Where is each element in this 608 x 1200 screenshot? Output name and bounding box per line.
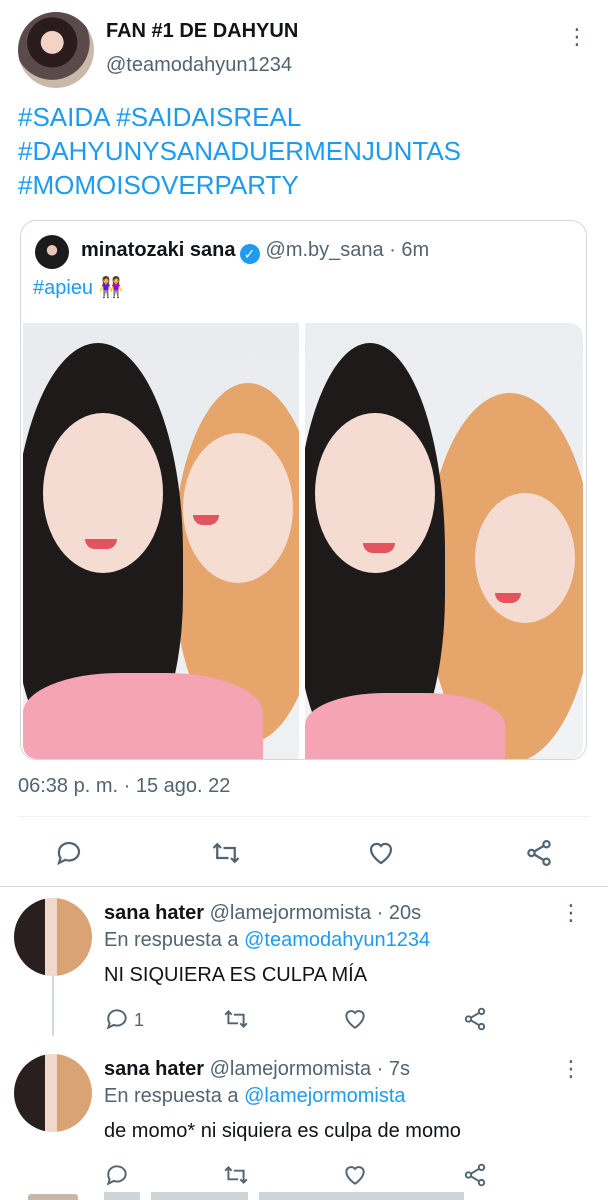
reply-text: de momo* ni siquiera es culpa de momo bbox=[104, 1120, 461, 1142]
photo-lips bbox=[363, 543, 395, 553]
hashtag-line[interactable]: #MOMOISOVERPARTY bbox=[18, 168, 461, 202]
reply-author-avatar[interactable] bbox=[14, 898, 92, 976]
quoted-author-avatar bbox=[35, 235, 69, 269]
reply-to-prefix: En respuesta a bbox=[104, 929, 239, 951]
photo-face bbox=[43, 413, 163, 573]
hashtag-line[interactable]: #DAHYUNYSANADUERMENJUNTAS bbox=[18, 134, 461, 168]
photo-shirt bbox=[23, 673, 263, 759]
author-handle[interactable]: @teamodahyun1234 bbox=[106, 54, 292, 77]
reply-icon[interactable] bbox=[104, 1162, 130, 1188]
quoted-photo-2[interactable] bbox=[305, 323, 583, 759]
share-icon[interactable] bbox=[524, 838, 554, 868]
reply-to-line: En respuesta a @lamejormomista bbox=[104, 1085, 406, 1108]
more-vertical-icon[interactable]: ⋮ bbox=[560, 902, 582, 924]
verified-badge-icon: ✓ bbox=[239, 244, 260, 264]
quoted-photo-1[interactable] bbox=[23, 323, 299, 759]
retweet-icon[interactable] bbox=[210, 838, 242, 868]
hashtag-line[interactable]: #SAIDA #SAIDAISREAL bbox=[18, 100, 461, 134]
section-divider bbox=[0, 886, 608, 887]
reply-icon[interactable] bbox=[54, 838, 84, 868]
quoted-author-name: minatozaki sana bbox=[81, 239, 236, 261]
author-avatar[interactable] bbox=[18, 12, 94, 88]
divider bbox=[18, 816, 590, 817]
more-vertical-icon[interactable]: ⋮ bbox=[560, 1058, 582, 1080]
reply-count: 1 bbox=[134, 1010, 145, 1030]
next-reply-text-partial bbox=[104, 1192, 464, 1200]
more-vertical-icon[interactable]: ⋮ bbox=[566, 26, 588, 48]
author-display-name[interactable]: FAN #1 DE DAHYUN bbox=[106, 20, 298, 43]
reply-to-prefix: En respuesta a bbox=[104, 1085, 239, 1107]
like-icon[interactable] bbox=[366, 838, 396, 868]
reply-author-avatar[interactable] bbox=[14, 1054, 92, 1132]
reply-author-name[interactable]: sana hater bbox=[104, 1058, 204, 1080]
tweet-hashtags: #SAIDA #SAIDAISREAL #DAHYUNYSANADUERMENJ… bbox=[18, 100, 461, 202]
photo-face bbox=[183, 433, 293, 583]
reply-to-mention[interactable]: @lamejormomista bbox=[244, 1085, 405, 1107]
reply-author-handle-time: @lamejormomista · 20s bbox=[209, 902, 422, 924]
share-icon[interactable] bbox=[462, 1006, 488, 1032]
like-icon[interactable] bbox=[342, 1006, 368, 1032]
thread-line bbox=[52, 976, 54, 1036]
share-icon[interactable] bbox=[462, 1162, 488, 1188]
reply-header: sana hater @lamejormomista · 20s bbox=[104, 902, 421, 925]
retweet-icon[interactable] bbox=[222, 1006, 250, 1032]
photo-shirt bbox=[305, 693, 505, 759]
reply-header: sana hater @lamejormomista · 7s bbox=[104, 1058, 410, 1081]
quoted-hashtag[interactable]: #apieu bbox=[33, 277, 93, 299]
photo-face bbox=[475, 493, 575, 623]
reply-text: NI SIQUIERA ES CULPA MÍA bbox=[104, 964, 368, 986]
quoted-tweet-header: minatozaki sana ✓ @m.by_sana · 6m bbox=[81, 239, 429, 264]
quoted-tweet-card[interactable]: minatozaki sana ✓ @m.by_sana · 6m #apieu 👭 bbox=[20, 220, 587, 760]
photo-lips bbox=[85, 539, 117, 549]
reply-to-mention[interactable]: @teamodahyun1234 bbox=[244, 929, 430, 951]
reply-to-line: En respuesta a @teamodahyun1234 bbox=[104, 929, 430, 952]
reply-icon[interactable] bbox=[104, 1006, 130, 1032]
retweet-icon[interactable] bbox=[222, 1162, 250, 1188]
tweet-timestamp[interactable]: 06:38 p. m. · 15 ago. 22 bbox=[18, 775, 230, 798]
quoted-author-handle-time: @m.by_sana · 6m bbox=[265, 239, 430, 261]
reply-author-name[interactable]: sana hater bbox=[104, 902, 204, 924]
twins-emoji-icon: 👭 bbox=[98, 277, 124, 299]
next-reply-avatar-partial bbox=[28, 1194, 78, 1200]
reply-author-handle-time: @lamejormomista · 7s bbox=[209, 1058, 410, 1080]
like-icon[interactable] bbox=[342, 1162, 368, 1188]
quoted-tweet-text: #apieu 👭 bbox=[33, 275, 124, 300]
